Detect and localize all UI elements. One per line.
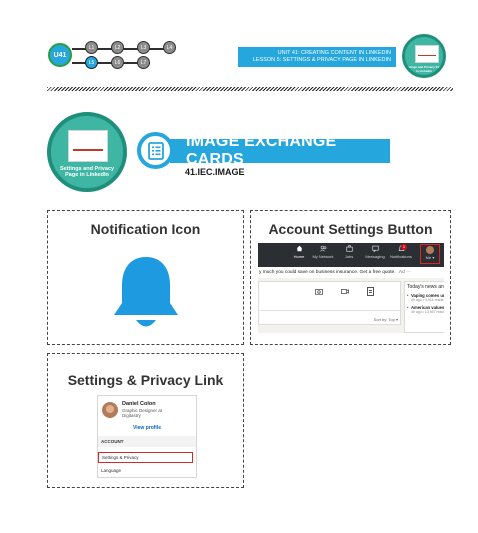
news-headline[interactable]: American values c <box>407 305 444 310</box>
profile-dropdown: Daniel Colon Graphic Designer at Digitas… <box>97 395 197 478</box>
messaging-icon <box>371 245 379 252</box>
ad-text: y much you could save on business insura… <box>259 270 396 275</box>
bell-icon <box>114 257 178 327</box>
lesson-node-l6[interactable]: L6 <box>111 56 124 69</box>
section-title-banner: IMAGE EXCHANGE CARDS <box>170 133 390 168</box>
nav-my-network[interactable]: My Network <box>312 245 334 259</box>
home-icon <box>296 245 302 252</box>
section-thumbnail: Settings and Privacy Page in LinkedIn <box>47 112 127 192</box>
briefcase-icon <box>345 245 353 252</box>
thumbnail-caption: Settings and Privacy Page in LinkedIn <box>59 166 115 179</box>
lesson-node-l5-active[interactable]: L5 <box>85 56 98 69</box>
thumbnail-caption: Settings and Privacy Page in LinkedIn <box>405 65 443 73</box>
nav-messaging[interactable]: Messaging <box>364 245 386 259</box>
sort-dropdown[interactable]: Sort by: Top ▾ <box>374 317 398 322</box>
nav-label: Messaging <box>365 254 385 259</box>
nav-label: Home <box>293 254 305 259</box>
lesson-thumbnail: Settings and Privacy Page in LinkedIn <box>402 34 446 78</box>
account-section-label: ACCOUNT <box>98 436 196 447</box>
network-icon <box>319 245 326 252</box>
news-header: Today's news and v <box>407 284 444 290</box>
language-link[interactable]: Language <box>101 468 121 473</box>
section-code: 41.IEC.IMAGE <box>185 167 245 177</box>
ad-banner: y much you could save on business insura… <box>258 267 444 278</box>
news-headline[interactable]: Vaping comes unc <box>407 293 444 298</box>
camera-icon[interactable] <box>315 288 323 295</box>
nav-label: Jobs <box>344 254 354 259</box>
news-meta: 4h ago • 3,914 reade <box>411 298 444 302</box>
linkedin-feed-preview: y much you could save on business insura… <box>258 267 444 333</box>
document-icon <box>137 132 174 169</box>
settings-privacy-link[interactable]: Settings & Privacy <box>98 452 193 463</box>
post-divider <box>259 310 400 311</box>
post-composer: Sort by: Top ▾ <box>258 281 401 325</box>
card-title: Account Settings Button <box>268 221 433 237</box>
video-icon[interactable] <box>341 288 349 295</box>
view-profile-link[interactable]: View profile <box>122 425 172 431</box>
profile-name: Daniel Colon <box>122 401 156 407</box>
nav-label: Me ▾ <box>425 255 435 260</box>
ad-label: Ad ··· <box>398 270 411 275</box>
avatar <box>426 246 434 254</box>
news-panel: Today's news and v Vaping comes unc 4h a… <box>404 281 444 333</box>
image-card-notification: Notification Icon <box>47 210 244 345</box>
notification-count-badge: 1 <box>401 244 407 250</box>
lesson-node-l4[interactable]: L4 <box>163 41 176 54</box>
lesson-node-l2[interactable]: L2 <box>111 41 124 54</box>
section-title: IMAGE EXCHANGE CARDS <box>186 133 337 168</box>
nav-jobs[interactable]: Jobs <box>338 245 360 259</box>
nav-home[interactable]: Home <box>288 245 310 259</box>
mini-page-graphic <box>68 130 108 162</box>
unit-badge: U41 <box>48 43 72 67</box>
card-title: Notification Icon <box>90 221 201 237</box>
nav-label: My Network <box>312 254 334 259</box>
lesson-node-l7[interactable]: L7 <box>137 56 150 69</box>
unit-lesson-banner: UNIT 41: CREATING CONTENT IN LINKEDIN LE… <box>238 47 396 67</box>
linkedin-nav-bar: Home My Network Jobs Messaging Notificat… <box>258 243 444 267</box>
lesson-node-l3[interactable]: L3 <box>137 41 150 54</box>
profile-role: Graphic Designer at Digitastry <box>122 408 163 419</box>
lesson-node-l1[interactable]: L1 <box>85 41 98 54</box>
document-icon[interactable] <box>367 287 374 296</box>
mini-page-graphic <box>415 45 439 63</box>
lesson-title: LESSON 5: SETTINGS & PRIVACY PAGE IN LIN… <box>252 56 391 63</box>
news-meta: 4h ago • 13,947 read <box>411 310 444 314</box>
unit-title: UNIT 41: CREATING CONTENT IN LINKEDIN <box>277 50 391 56</box>
nav-me-button[interactable]: Me ▾ <box>420 244 440 264</box>
card-title: Settings & Privacy Link <box>67 372 224 388</box>
nav-label: Notifications <box>390 254 412 259</box>
profile-avatar <box>102 402 118 418</box>
hatched-divider <box>47 87 453 91</box>
